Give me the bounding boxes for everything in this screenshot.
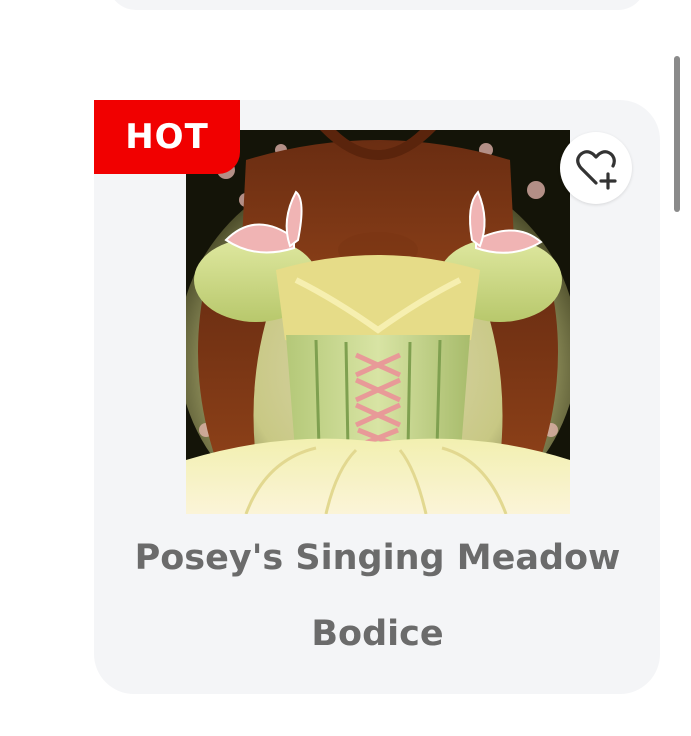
heart-plus-icon (576, 150, 617, 190)
previous-item-card[interactable] (108, 0, 646, 10)
hot-badge-label: HOT (125, 117, 209, 157)
catalog-page: HOT Posey's Singing Meadow Bodice (0, 0, 691, 736)
item-thumbnail[interactable] (186, 130, 570, 514)
item-name[interactable]: Posey's Singing Meadow Bodice (100, 520, 655, 672)
favorite-button[interactable] (560, 132, 632, 204)
scrollbar[interactable] (674, 56, 680, 212)
hot-badge: HOT (94, 100, 240, 174)
